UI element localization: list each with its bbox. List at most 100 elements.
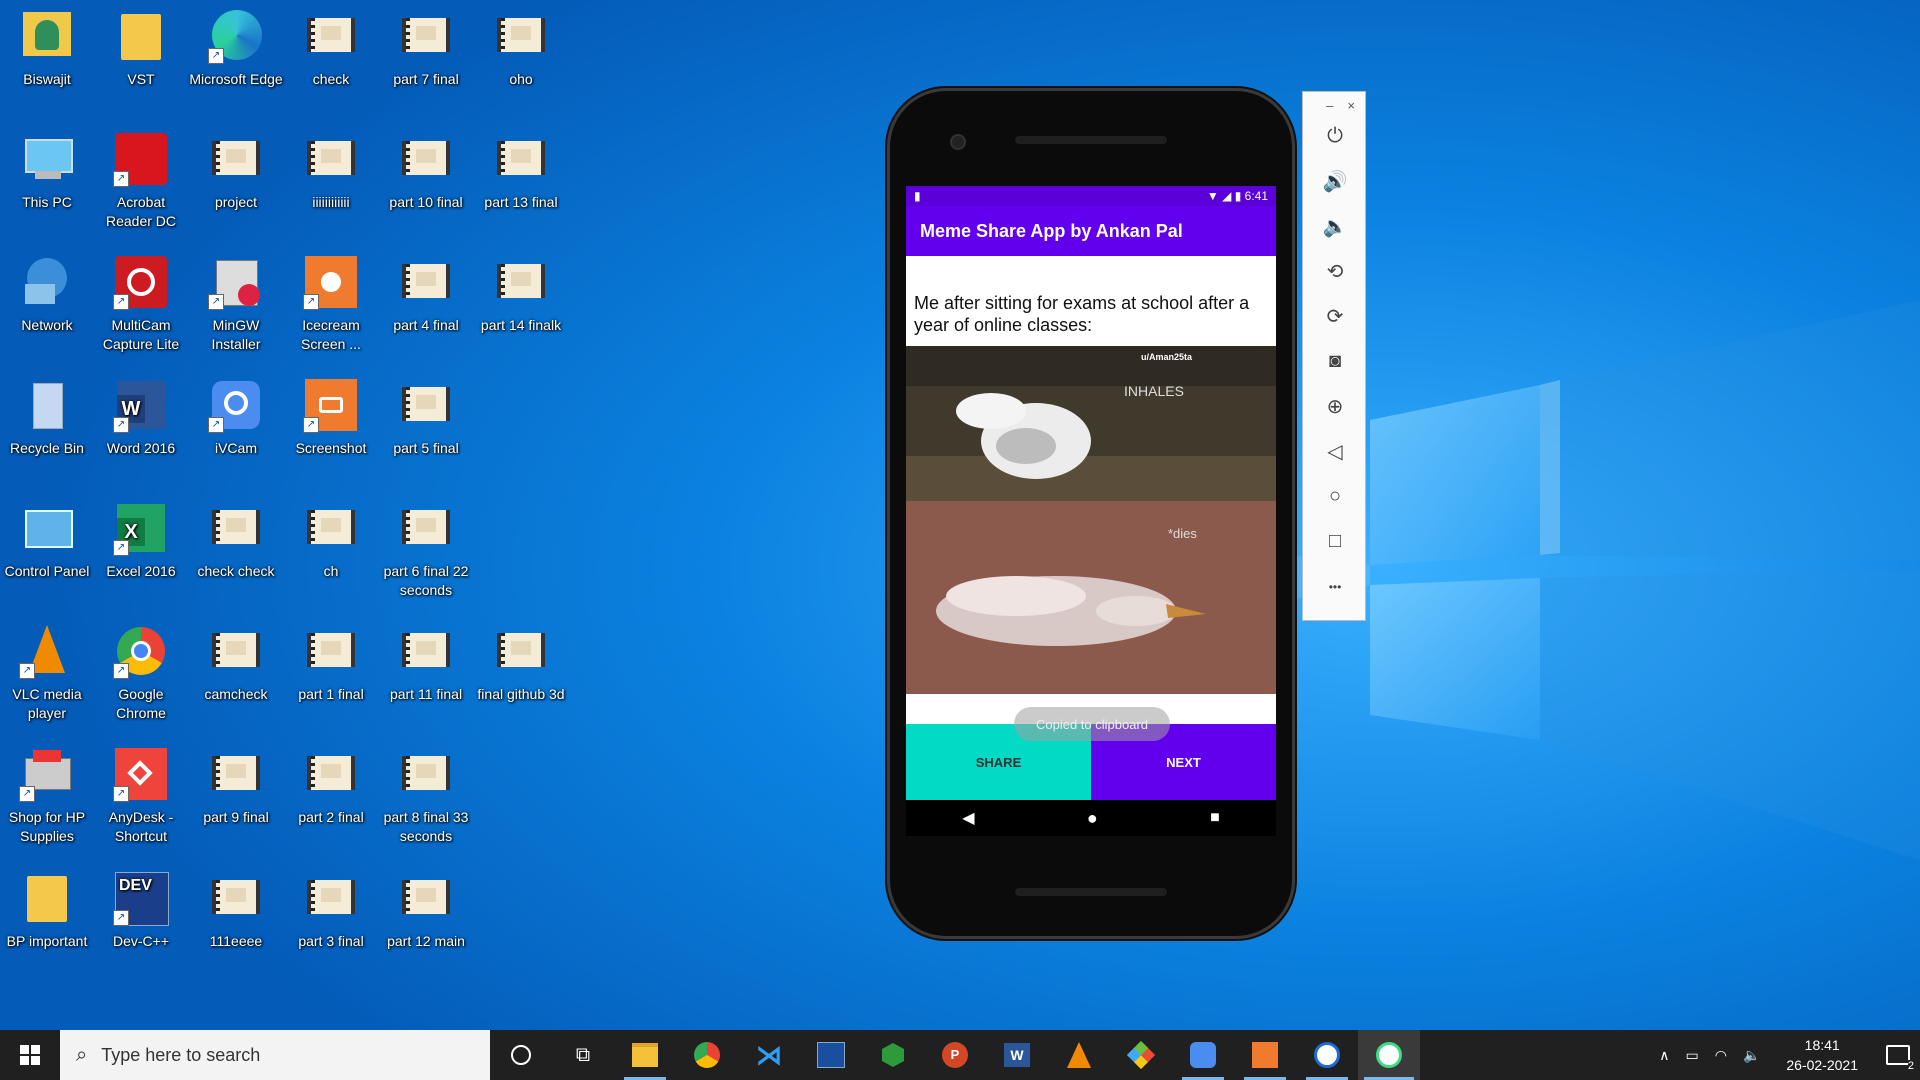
desktop-icon-excel-2016[interactable]: X ↗ Excel 2016: [94, 496, 188, 581]
desktop-icon-network[interactable]: Network: [0, 250, 94, 335]
desktop-icon-ch[interactable]: ch: [284, 496, 378, 581]
phone-screen: ▮ ▼ ◢ ▮ 6:41 Meme Share App by Ankan Pal…: [906, 186, 1276, 836]
volume-up-icon[interactable]: 🔊: [1303, 159, 1367, 204]
desktop-icon-this-pc[interactable]: This PC: [0, 127, 94, 212]
desktop-icon-part-12-main[interactable]: part 12 main: [379, 866, 473, 951]
desktop-icon-label: part 12 main: [387, 933, 465, 949]
desktop-icon-final-github-3d[interactable]: final github 3d: [474, 619, 568, 704]
rotate-left-icon[interactable]: ⟲: [1303, 249, 1367, 294]
shortcut-arrow-icon: ↗: [113, 294, 129, 310]
desktop-icon-label: oho: [509, 71, 533, 87]
desktop-icon-control-panel[interactable]: Control Panel: [0, 496, 94, 581]
power-icon[interactable]: ⏻: [1303, 114, 1367, 159]
desktop-icon-acrobat-reader-dc[interactable]: ↗ Acrobat Reader DC: [94, 127, 188, 231]
desktop-icon-iiiiiiiiiiii[interactable]: iiiiiiiiiiii: [284, 127, 378, 212]
vscode-icon[interactable]: ⋊: [738, 1030, 800, 1080]
desktop-icon-label: ch: [323, 563, 339, 579]
desktop-icon-word-2016[interactable]: W ↗ Word 2016: [94, 373, 188, 458]
desktop-icon-part-11-final[interactable]: part 11 final: [379, 619, 473, 704]
windows-logo-icon: [20, 1045, 40, 1065]
desktop-icon-anydesk-shortcut[interactable]: ↗ AnyDesk - Shortcut: [94, 742, 188, 846]
clock[interactable]: 18:41 26-02-2021: [1768, 1035, 1876, 1075]
git-icon[interactable]: [1110, 1030, 1172, 1080]
cube-app-icon[interactable]: [862, 1030, 924, 1080]
desktop-icon-ivcam[interactable]: ↗ iVCam: [189, 373, 283, 458]
desktop-icon-bp-important[interactable]: BP important: [0, 866, 94, 951]
desktop-icon-part-13-final[interactable]: part 13 final: [474, 127, 568, 212]
desktop-icon-part-3-final[interactable]: part 3 final: [284, 866, 378, 951]
powerpoint-icon[interactable]: P: [924, 1030, 986, 1080]
emulator-taskbar-icon[interactable]: [1358, 1030, 1420, 1080]
desktop-icon-multicam-capture-lite[interactable]: ↗ MultiCam Capture Lite: [94, 250, 188, 354]
zoom-icon[interactable]: ⊕: [1303, 384, 1367, 429]
battery-icon[interactable]: ▭: [1677, 1047, 1706, 1064]
home-icon[interactable]: ○: [1303, 474, 1367, 519]
camera-icon[interactable]: ◙: [1303, 339, 1367, 384]
video-file-icon: [303, 870, 359, 926]
overview-icon[interactable]: □: [1303, 519, 1367, 564]
folder-icon: [19, 870, 75, 926]
desktop-icon-project[interactable]: project: [189, 127, 283, 212]
vlc-taskbar-icon[interactable]: [1048, 1030, 1110, 1080]
video-file-icon: [398, 377, 454, 433]
notification-count: 2: [1907, 1060, 1914, 1072]
desktop-icon-vlc-media-player[interactable]: ↗ VLC media player: [0, 619, 94, 723]
desktop-icon-part-10-final[interactable]: part 10 final: [379, 127, 473, 212]
desktop-icon-label: part 14 finalk: [480, 317, 562, 333]
desktop-icon-part-5-final[interactable]: part 5 final: [379, 373, 473, 458]
desktop-icon-microsoft-edge[interactable]: ↗ Microsoft Edge: [189, 4, 283, 89]
bottom-speaker: [1015, 888, 1167, 896]
close-icon[interactable]: ×: [1347, 98, 1355, 114]
more-icon[interactable]: •••: [1303, 564, 1367, 609]
desktop-icon-screenshot[interactable]: ↗ Screenshot: [284, 373, 378, 458]
task-view-icon[interactable]: ⧉: [552, 1030, 614, 1080]
chrome-taskbar-icon[interactable]: [676, 1030, 738, 1080]
video-file-icon: [208, 870, 264, 926]
desktop-icon-oho[interactable]: oho: [474, 4, 568, 89]
volume-icon[interactable]: 🔈: [1735, 1047, 1768, 1064]
desktop-icon-part-14-finalk[interactable]: part 14 finalk: [474, 250, 568, 335]
chevron-up-icon[interactable]: ∧: [1651, 1047, 1677, 1064]
ivcam-taskbar-icon[interactable]: [1172, 1030, 1234, 1080]
desktop-icon-part-1-final[interactable]: part 1 final: [284, 619, 378, 704]
desktop-icon-part-6-final-22-seconds[interactable]: part 6 final 22 seconds: [379, 496, 473, 600]
android-studio-icon[interactable]: [1296, 1030, 1358, 1080]
start-button[interactable]: [0, 1030, 60, 1080]
shortcut-arrow-icon: ↗: [208, 417, 224, 433]
desktop-icon-part-7-final[interactable]: part 7 final: [379, 4, 473, 89]
home-icon[interactable]: ●: [1087, 808, 1098, 829]
minimize-icon[interactable]: –: [1326, 98, 1333, 114]
file-explorer-icon[interactable]: [614, 1030, 676, 1080]
wifi-icon[interactable]: ◠: [1707, 1047, 1735, 1064]
desktop-icon-icecream-screen[interactable]: ↗ Icecream Screen ...: [284, 250, 378, 354]
back-icon[interactable]: ◀: [962, 808, 974, 828]
desktop-icon-label: part 11 final: [389, 686, 463, 702]
desktop-icon-part-8-final-33-seconds[interactable]: part 8 final 33 seconds: [379, 742, 473, 846]
desktop-icon-check[interactable]: check: [284, 4, 378, 89]
taskbar-search-box[interactable]: ⌕ Type here to search: [60, 1030, 490, 1080]
desktop-icon-111eeee[interactable]: 111eeee: [189, 866, 283, 951]
devcpp-taskbar-icon[interactable]: [800, 1030, 862, 1080]
desktop-icon-label: Control Panel: [4, 563, 90, 579]
notification-center-icon[interactable]: 2: [1876, 1030, 1920, 1080]
desktop-icon-dev-c[interactable]: DEV ↗ Dev-C++: [94, 866, 188, 951]
desktop-icon-camcheck[interactable]: camcheck: [189, 619, 283, 704]
desktop-icon-part-9-final[interactable]: part 9 final: [189, 742, 283, 827]
recents-icon[interactable]: ■: [1210, 809, 1220, 827]
desktop-icon-part-2-final[interactable]: part 2 final: [284, 742, 378, 827]
back-icon[interactable]: ◁: [1303, 429, 1367, 474]
desktop-icon-biswajit[interactable]: Biswajit: [0, 4, 94, 89]
desktop-icon-google-chrome[interactable]: ↗ Google Chrome: [94, 619, 188, 723]
volume-down-icon[interactable]: 🔈: [1303, 204, 1367, 249]
word-taskbar-icon[interactable]: W: [986, 1030, 1048, 1080]
cortana-icon[interactable]: [490, 1030, 552, 1080]
desktop-icon-mingw-installer[interactable]: ↗ MinGW Installer: [189, 250, 283, 354]
desktop-icon-recycle-bin[interactable]: Recycle Bin: [0, 373, 94, 458]
folder-icon: [113, 8, 169, 64]
icecream-taskbar-icon[interactable]: [1234, 1030, 1296, 1080]
desktop-icon-part-4-final[interactable]: part 4 final: [379, 250, 473, 335]
rotate-right-icon[interactable]: ⟳: [1303, 294, 1367, 339]
desktop-icon-check-check[interactable]: check check: [189, 496, 283, 581]
desktop-icon-vst[interactable]: VST: [94, 4, 188, 89]
desktop-icon-shop-for-hp-supplies[interactable]: ↗ Shop for HP Supplies: [0, 742, 94, 846]
